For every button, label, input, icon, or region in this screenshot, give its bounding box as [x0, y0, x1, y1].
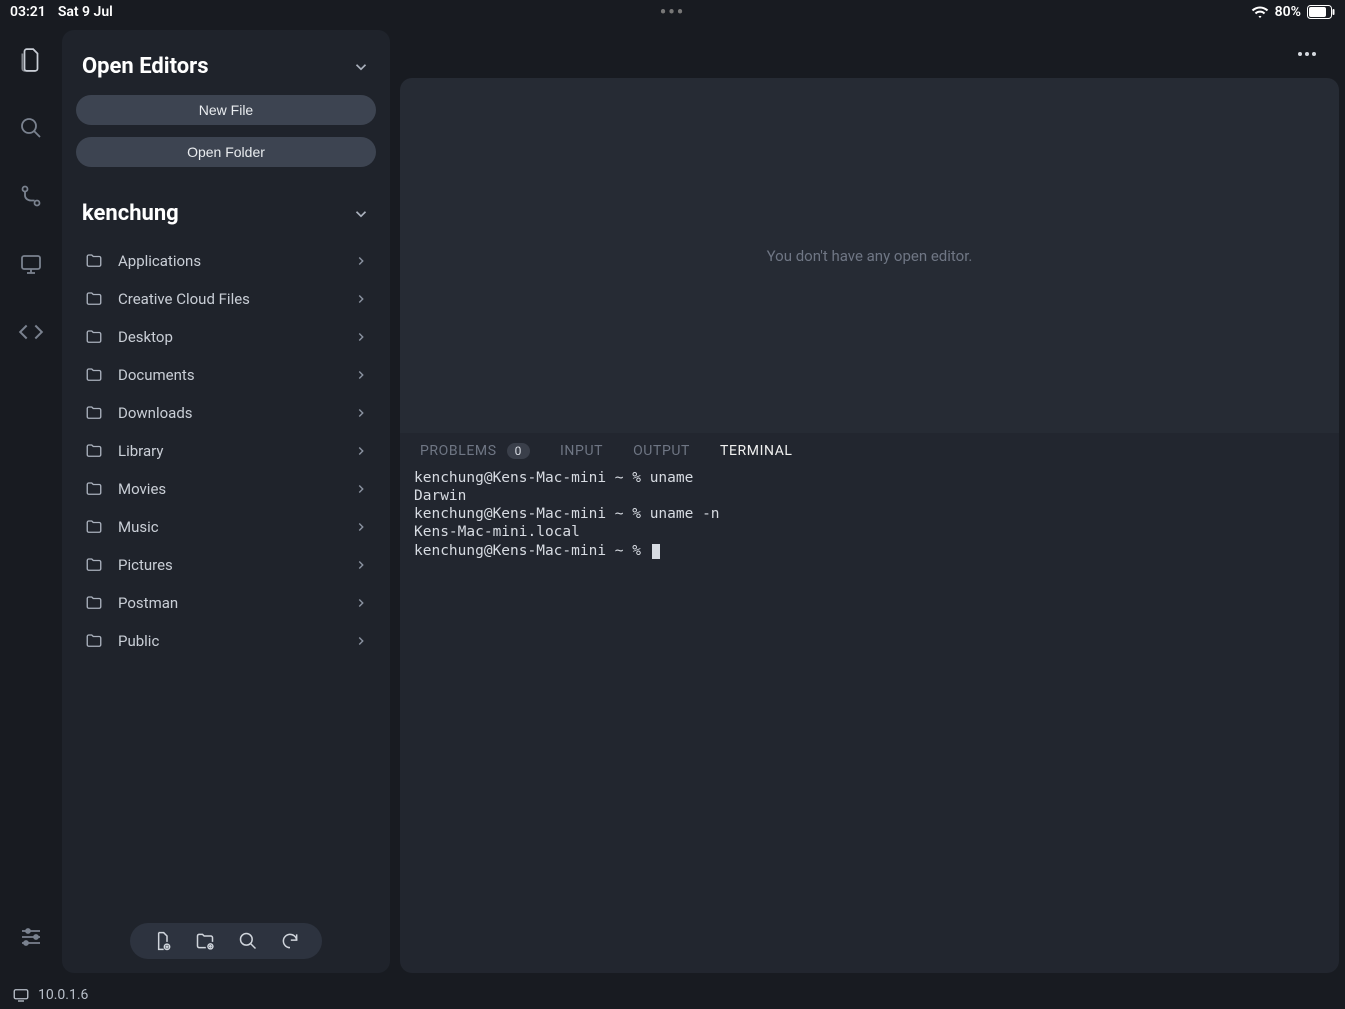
- problems-count-badge: 0: [507, 443, 530, 459]
- folder-icon: [84, 252, 104, 270]
- connection-status[interactable]: 10.0.1.6: [12, 987, 88, 1003]
- remote-connected-icon: [12, 988, 30, 1002]
- folder-icon: [84, 594, 104, 612]
- folder-label: Desktop: [118, 328, 173, 346]
- open-folder-button[interactable]: Open Folder: [76, 137, 376, 167]
- tab-terminal-label: TERMINAL: [720, 443, 793, 459]
- chevron-right-icon: [354, 520, 368, 534]
- workspace-header[interactable]: kenchung: [76, 197, 376, 236]
- folder-label: Music: [118, 518, 159, 536]
- folder-item[interactable]: Pictures: [76, 546, 376, 584]
- chevron-right-icon: [354, 406, 368, 420]
- new-file-icon[interactable]: [152, 931, 172, 951]
- code-icon[interactable]: [15, 316, 47, 348]
- battery-percent: 80%: [1275, 4, 1301, 20]
- folder-item[interactable]: Library: [76, 432, 376, 470]
- workspace-title: kenchung: [82, 201, 179, 226]
- editor-empty-message: You don't have any open editor.: [767, 247, 973, 265]
- folder-icon: [84, 442, 104, 460]
- chevron-right-icon: [354, 596, 368, 610]
- more-icon[interactable]: [1295, 42, 1319, 66]
- folder-icon: [84, 480, 104, 498]
- source-control-icon[interactable]: [15, 180, 47, 212]
- folder-icon: [84, 328, 104, 346]
- folder-label: Pictures: [118, 556, 173, 574]
- remote-icon[interactable]: [15, 248, 47, 280]
- panel-tabs: PROBLEMS 0 INPUT OUTPUT TERMINAL: [400, 433, 1339, 465]
- new-folder-icon[interactable]: [194, 931, 216, 951]
- sidebar-toolbar: [130, 923, 322, 959]
- chevron-right-icon: [354, 292, 368, 306]
- folder-label: Movies: [118, 480, 166, 498]
- folder-icon: [84, 366, 104, 384]
- chevron-right-icon: [354, 254, 368, 268]
- chevron-right-icon: [354, 634, 368, 648]
- refresh-icon[interactable]: [280, 931, 300, 951]
- folder-item[interactable]: Desktop: [76, 318, 376, 356]
- main-area: You don't have any open editor. PROBLEMS…: [400, 30, 1339, 973]
- connection-ip: 10.0.1.6: [38, 987, 88, 1003]
- folder-item[interactable]: Documents: [76, 356, 376, 394]
- editor-empty-area: You don't have any open editor.: [400, 78, 1339, 433]
- folder-item[interactable]: Movies: [76, 470, 376, 508]
- chevron-down-icon[interactable]: [352, 205, 370, 223]
- folder-icon: [84, 404, 104, 422]
- chevron-down-icon[interactable]: [352, 58, 370, 76]
- tab-problems[interactable]: PROBLEMS 0: [420, 443, 530, 459]
- chevron-right-icon: [354, 482, 368, 496]
- tab-output[interactable]: OUTPUT: [633, 443, 690, 459]
- open-editors-title: Open Editors: [82, 54, 209, 79]
- battery-icon: [1307, 5, 1335, 19]
- status-time: 03:21: [10, 4, 46, 20]
- folder-icon: [84, 290, 104, 308]
- folder-label: Library: [118, 442, 163, 460]
- folder-label: Documents: [118, 366, 195, 384]
- folder-item[interactable]: Creative Cloud Files: [76, 280, 376, 318]
- folder-icon: [84, 556, 104, 574]
- folder-item[interactable]: Music: [76, 508, 376, 546]
- chevron-right-icon: [354, 444, 368, 458]
- folder-label: Creative Cloud Files: [118, 290, 250, 308]
- chevron-right-icon: [354, 558, 368, 572]
- tab-output-label: OUTPUT: [633, 443, 690, 459]
- sidebar-panel: Open Editors New File Open Folder kenchu…: [62, 30, 390, 973]
- folder-label: Applications: [118, 252, 201, 270]
- chevron-right-icon: [354, 330, 368, 344]
- bottom-panel: PROBLEMS 0 INPUT OUTPUT TERMINAL kenchun…: [400, 433, 1339, 973]
- tab-input-label: INPUT: [560, 443, 603, 459]
- folder-label: Public: [118, 632, 159, 650]
- device-status-bar: 03:21 Sat 9 Jul ••• 80%: [0, 0, 1345, 24]
- folder-label: Postman: [118, 594, 178, 612]
- activity-bar: [0, 24, 62, 1009]
- folder-icon: [84, 518, 104, 536]
- open-editors-header[interactable]: Open Editors: [76, 50, 376, 89]
- search-icon[interactable]: [15, 112, 47, 144]
- folder-item[interactable]: Applications: [76, 242, 376, 280]
- search-icon[interactable]: [238, 931, 258, 951]
- explorer-icon[interactable]: [15, 44, 47, 76]
- status-date: Sat 9 Jul: [58, 4, 113, 20]
- new-file-button[interactable]: New File: [76, 95, 376, 125]
- tab-input[interactable]: INPUT: [560, 443, 603, 459]
- folder-item[interactable]: Downloads: [76, 394, 376, 432]
- terminal-output[interactable]: kenchung@Kens-Mac-mini ~ % uname Darwin …: [400, 465, 1339, 973]
- multitask-dots-icon[interactable]: •••: [660, 0, 685, 24]
- tab-terminal[interactable]: TERMINAL: [720, 443, 793, 459]
- folder-label: Downloads: [118, 404, 193, 422]
- chevron-right-icon: [354, 368, 368, 382]
- settings-sliders-icon[interactable]: [15, 921, 47, 953]
- wifi-icon: [1251, 5, 1269, 19]
- folder-item[interactable]: Postman: [76, 584, 376, 622]
- tab-problems-label: PROBLEMS: [420, 443, 497, 459]
- folder-item[interactable]: Public: [76, 622, 376, 660]
- folder-list: Applications Creative Cloud Files Desktop D…: [76, 242, 376, 660]
- folder-icon: [84, 632, 104, 650]
